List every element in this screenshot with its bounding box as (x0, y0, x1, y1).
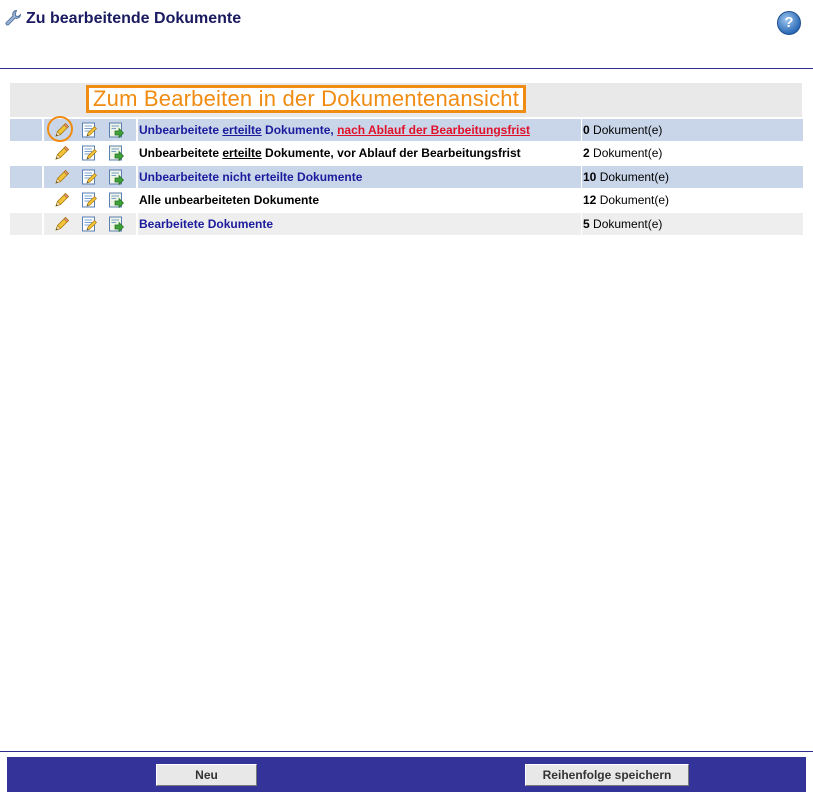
row-actions (44, 142, 136, 164)
help-icon[interactable]: ? (777, 11, 801, 35)
page-title: Zu bearbeitende Dokumente (26, 10, 242, 27)
document-count: 5 Dokument(e) (582, 212, 803, 235)
save-order-button[interactable]: Reihenfolge speichern (525, 764, 689, 786)
count-unit: Dokument(e) (596, 169, 670, 184)
edit-document-icon[interactable] (80, 121, 98, 139)
footer-bar: Neu Reihenfolge speichern (7, 757, 806, 792)
row-label[interactable]: Unbearbeitete nicht erteilte Dokumente (138, 165, 581, 188)
document-table: Zum Bearbeiten in der Dokumentenansicht … (10, 83, 803, 235)
open-document-icon[interactable] (107, 215, 125, 233)
count-number: 10 (583, 169, 597, 184)
new-button[interactable]: Neu (156, 764, 257, 786)
count-number: 12 (583, 193, 597, 207)
document-count: 2 Dokument(e) (582, 142, 803, 164)
count-number: 2 (583, 146, 590, 160)
table-row: Unbearbeitete erteilte Dokumente, nach A… (10, 115, 803, 142)
open-document-icon[interactable] (107, 144, 125, 162)
link-erteilte[interactable]: erteilte (222, 123, 261, 137)
row-actions (44, 165, 136, 188)
count-unit: Dokument(e) (589, 122, 663, 137)
label-text: Dokumente, (261, 122, 338, 137)
drag-handle[interactable] (10, 189, 42, 211)
row-label: Alle unbearbeiteten Dokumente (138, 189, 581, 211)
pencil-icon[interactable] (53, 168, 71, 186)
drag-handle[interactable] (10, 142, 42, 164)
edit-document-icon[interactable] (80, 168, 98, 186)
table-row: Bearbeitete Dokumente 5 Dokument(e) (10, 212, 803, 235)
drag-handle[interactable] (10, 212, 42, 235)
count-number: 0 (583, 122, 590, 137)
label-text: Dokumente, vor Ablauf der Bearbeitungsfr… (261, 146, 521, 160)
open-document-icon[interactable] (107, 168, 125, 186)
open-document-icon[interactable] (107, 121, 125, 139)
wrench-icon (4, 9, 22, 27)
link-erteilte[interactable]: erteilte (222, 146, 261, 160)
drag-handle[interactable] (10, 118, 42, 141)
pencil-icon[interactable] (53, 121, 71, 139)
count-unit: Dokument(e) (589, 216, 663, 231)
row-label: Unbearbeitete erteilte Dokumente, nach A… (138, 118, 581, 141)
open-document-icon[interactable] (107, 191, 125, 209)
document-count: 0 Dokument(e) (582, 118, 803, 141)
footer-divider (0, 751, 813, 752)
row-actions (44, 189, 136, 211)
table-row: Unbearbeitete nicht erteilte Dokumente 1… (10, 165, 803, 188)
pencil-icon[interactable] (53, 191, 71, 209)
row-label: Unbearbeitete erteilte Dokumente, vor Ab… (138, 142, 581, 164)
drag-handle[interactable] (10, 165, 42, 188)
count-unit: Dokument(e) (596, 193, 670, 207)
count-number: 5 (583, 216, 590, 231)
row-actions (44, 115, 136, 142)
pencil-icon[interactable] (53, 144, 71, 162)
table-row: Alle unbearbeiteten Dokumente 12 Dokumen… (10, 189, 803, 211)
pencil-icon[interactable] (53, 215, 71, 233)
document-count: 12 Dokument(e) (582, 189, 803, 211)
row-label[interactable]: Bearbeitete Dokumente (138, 212, 581, 235)
edit-document-icon[interactable] (80, 144, 98, 162)
label-text: Unbearbeitete (139, 122, 223, 137)
document-count: 10 Dokument(e) (582, 165, 803, 188)
header-divider (0, 68, 813, 69)
header: Zu bearbeitende Dokumente ? (0, 0, 813, 68)
row-actions (44, 212, 136, 235)
link-deadline-expired[interactable]: nach Ablauf der Bearbeitungsfrist (337, 123, 530, 137)
table-row: Unbearbeitete erteilte Dokumente, vor Ab… (10, 142, 803, 164)
edit-document-icon[interactable] (80, 191, 98, 209)
hint-row: Zum Bearbeiten in der Dokumentenansicht (10, 83, 802, 117)
edit-document-icon[interactable] (80, 215, 98, 233)
count-unit: Dokument(e) (589, 146, 663, 160)
label-text: Unbearbeitete (139, 146, 223, 160)
hint-callout: Zum Bearbeiten in der Dokumentenansicht (86, 85, 527, 113)
